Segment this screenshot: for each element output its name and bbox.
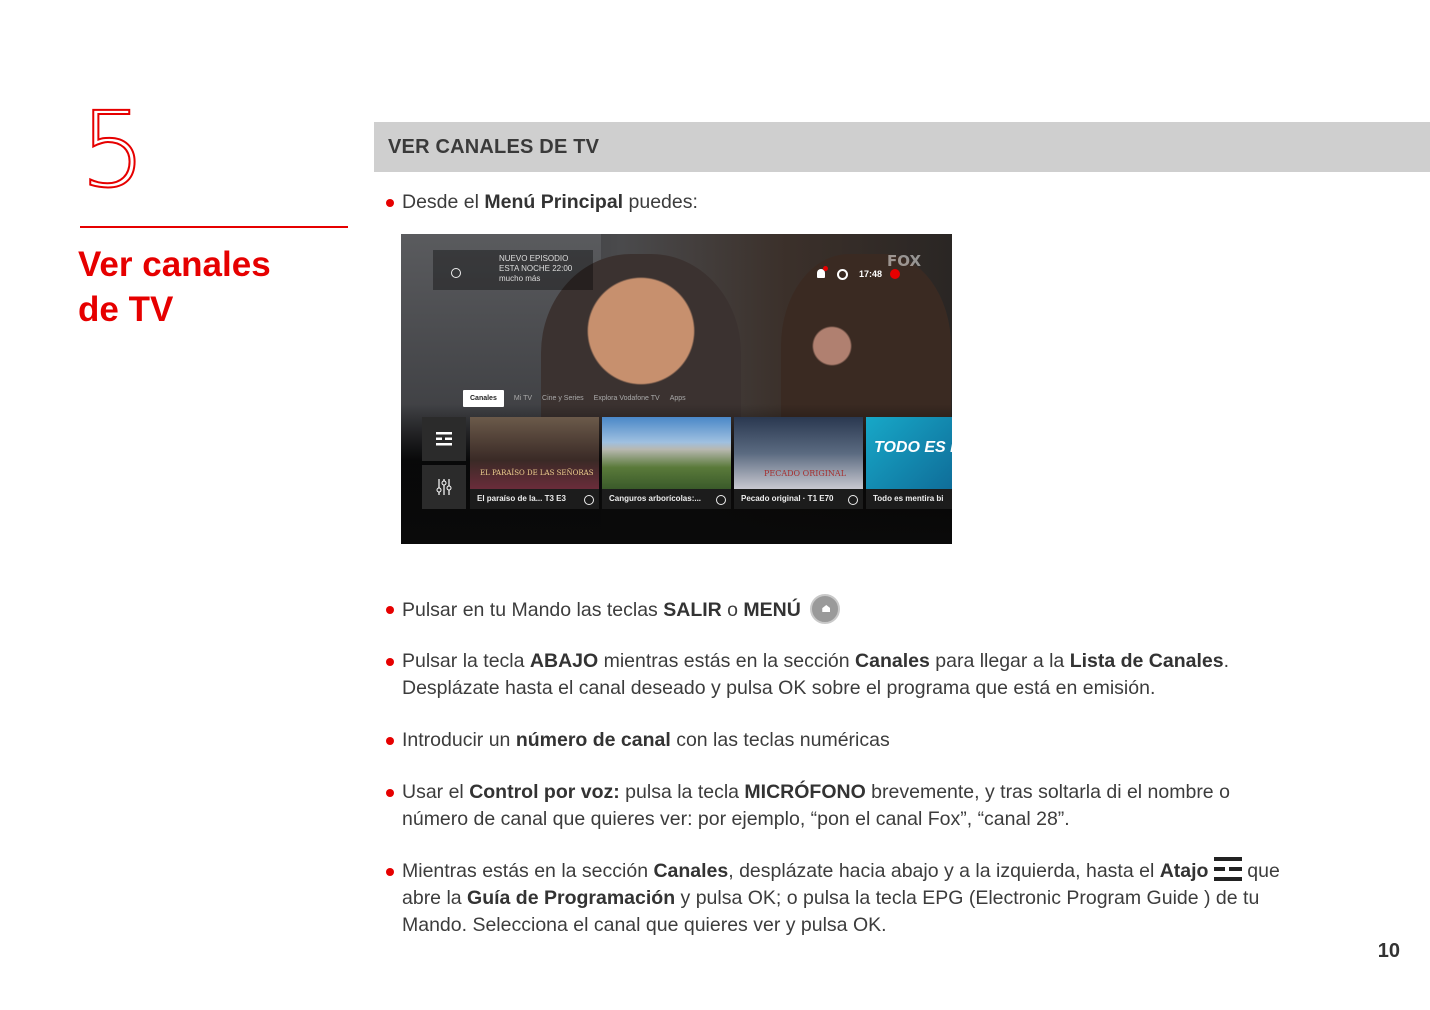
play-icon	[584, 495, 594, 505]
gear-icon[interactable]	[837, 269, 848, 280]
bullet-dot	[386, 737, 394, 745]
home-icon	[810, 594, 841, 624]
play-icon	[848, 495, 858, 505]
card-caption: Todo es mentira bi	[866, 489, 952, 509]
channel-card[interactable]: TODO ES MENTI Todo es mentira bi	[866, 417, 952, 509]
bullet-dot	[386, 789, 394, 797]
channel-logo: FOX	[887, 252, 922, 270]
play-icon	[716, 495, 726, 505]
channel-card[interactable]: PECADO ORIGINAL Pecado original · T1 E70	[734, 417, 863, 509]
clock: 17:48	[859, 269, 883, 279]
filter-button[interactable]	[422, 465, 466, 509]
vodafone-logo-icon	[890, 269, 900, 279]
instruction-bullet: Mientras estás en la sección Canales, de…	[386, 856, 1280, 939]
page-number: 10	[1377, 940, 1400, 962]
bullet-dot	[386, 606, 394, 614]
card-caption: El paraíso de la... T3 E3	[470, 489, 599, 509]
intro-bullet: Desde el Menú Principal puedes:	[386, 189, 698, 216]
bullet-dot	[386, 199, 394, 207]
chapter-title-line1: Ver canales	[78, 245, 271, 284]
tab-explora[interactable]: Explora Vodafone TV	[594, 395, 660, 402]
section-title: VER CANALES DE TV	[388, 135, 600, 158]
tv-menu-screenshot: NUEVO EPISODIO ESTA NOCHE 22:00 mucho má…	[401, 234, 952, 544]
tab-canales[interactable]: Canales	[463, 390, 504, 407]
channel-card[interactable]: EL PARAÍSO DE LAS SEÑORAS El paraíso de …	[470, 417, 599, 509]
guide-icon	[436, 432, 452, 446]
shortcut-icon	[1213, 856, 1242, 881]
notification-icon[interactable]	[817, 266, 828, 278]
channel-card[interactable]: Canguros arborícolas:...	[602, 417, 731, 509]
instruction-bullet: Usar el Control por voz: pulsa la tecla …	[386, 779, 1230, 833]
card-caption: Pecado original · T1 E70	[734, 489, 863, 509]
tab-mi-tv[interactable]: Mi TV	[514, 395, 532, 402]
tab-apps[interactable]: Apps	[670, 395, 686, 402]
chapter-divider	[80, 226, 348, 228]
card-caption: Canguros arborícolas:...	[602, 489, 731, 509]
tab-cine-series[interactable]: Cine y Series	[542, 395, 584, 402]
chapter-title-line2: de TV	[78, 290, 174, 329]
chapter-title: Ver canales de TV	[78, 242, 348, 332]
guide-shortcut-button[interactable]	[422, 417, 466, 461]
chapter-number: 5	[79, 89, 147, 211]
tv-tabs: Canales Mi TV Cine y Series Explora Voda…	[463, 390, 686, 407]
search-icon[interactable]	[451, 268, 461, 278]
instruction-bullet: Pulsar la tecla ABAJO mientras estás en …	[386, 648, 1229, 702]
section-header: VER CANALES DE TV	[374, 122, 1430, 172]
bullet-dot	[386, 658, 394, 666]
instruction-bullet: Pulsar en tu Mando las teclas SALIR o ME…	[386, 594, 841, 626]
bullet-dot	[386, 868, 394, 876]
instruction-bullet: Introducir un número de canal con las te…	[386, 727, 890, 754]
sliders-icon	[436, 479, 452, 495]
